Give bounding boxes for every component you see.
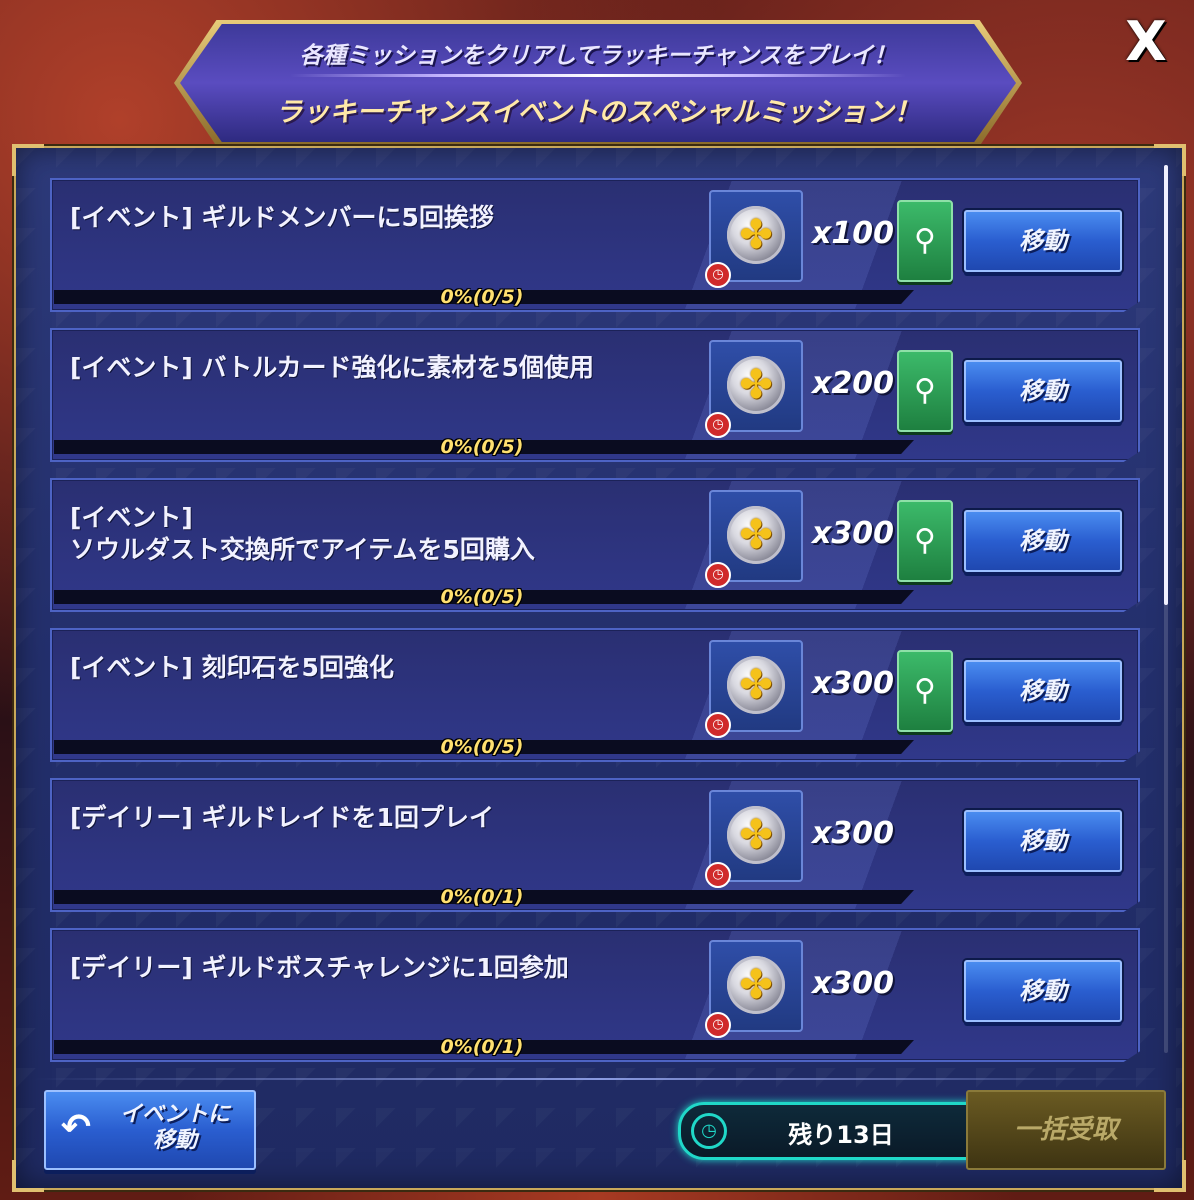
mission-row: [イベント] ソウルダスト交換所でアイテムを5回購入 0%(0/5) ✤ ◷ x300 ⚲… xyxy=(50,478,1140,612)
clock-icon: ◷ xyxy=(705,1012,731,1038)
clover-coin-icon: ✤ xyxy=(727,206,785,264)
clover-coin-icon: ✤ xyxy=(727,956,785,1014)
reward-item[interactable]: ✤ ◷ xyxy=(705,190,803,288)
reward-item[interactable]: ✤ ◷ xyxy=(705,490,803,588)
mission-description: [イベント] 刻印石を5回強化 xyxy=(70,653,394,682)
banner-subtitle: 各種ミッションをクリアしてラッキーチャンスをプレイ！ xyxy=(299,43,897,69)
remaining-time-label: 残り13日 xyxy=(788,1121,894,1149)
progress-label: 0%(0/5) xyxy=(440,736,524,758)
search-icon: ⚲ xyxy=(914,673,936,708)
clover-coin-icon: ✤ xyxy=(727,806,785,864)
clock-icon: ◷ xyxy=(705,412,731,438)
footer-divider xyxy=(34,1078,1164,1080)
mission-description: [イベント] ギルドメンバーに5回挨拶 xyxy=(70,203,494,232)
corner-ornament xyxy=(12,144,44,176)
mission-description: [デイリー] ギルドボスチャレンジに1回参加 xyxy=(70,953,569,982)
mission-description: [イベント] バトルカード強化に素材を5個使用 xyxy=(70,353,594,382)
corner-ornament xyxy=(12,1160,44,1192)
banner-title: ラッキーチャンスイベントのスペシャルミッション！ xyxy=(275,97,921,128)
move-button[interactable]: 移動 xyxy=(964,510,1122,572)
progress-label: 0%(0/1) xyxy=(440,1036,524,1058)
reward-quantity: x300 xyxy=(812,666,894,701)
reward-item[interactable]: ✤ ◷ xyxy=(705,940,803,1038)
mission-row: [イベント] バトルカード強化に素材を5個使用 0%(0/5) ✤ ◷ x200 ⚲ 移動 xyxy=(50,328,1140,462)
scrollbar-thumb[interactable] xyxy=(1164,165,1168,605)
search-button[interactable]: ⚲ xyxy=(897,650,953,732)
mission-description: [デイリー] ギルドレイドを1回プレイ xyxy=(70,803,494,832)
reward-quantity: x300 xyxy=(812,966,894,1001)
reward-item[interactable]: ✤ ◷ xyxy=(705,340,803,438)
corner-ornament xyxy=(1154,144,1186,176)
scrollbar[interactable] xyxy=(1164,165,1168,1053)
clock-icon: ◷ xyxy=(691,1113,727,1149)
search-button[interactable]: ⚲ xyxy=(897,500,953,582)
move-button[interactable]: 移動 xyxy=(964,810,1122,872)
search-icon: ⚲ xyxy=(914,373,936,408)
reward-quantity: x100 xyxy=(812,216,894,251)
move-button[interactable]: 移動 xyxy=(964,660,1122,722)
go-to-event-label: イベントに 移動 xyxy=(119,1102,230,1153)
search-button[interactable]: ⚲ xyxy=(897,350,953,432)
progress-label: 0%(0/5) xyxy=(440,286,524,308)
back-arrow-icon: ↶ xyxy=(60,1107,92,1148)
search-button[interactable]: ⚲ xyxy=(897,200,953,282)
mission-row: [デイリー] ギルドボスチャレンジに1回参加 0%(0/1) ✤ ◷ x300 移動 xyxy=(50,928,1140,1062)
banner-divider xyxy=(290,74,906,77)
mission-description: [イベント] ソウルダスト交換所でアイテムを5回購入 xyxy=(70,503,535,564)
claim-all-button[interactable]: 一括受取 xyxy=(966,1090,1166,1170)
search-icon: ⚲ xyxy=(914,223,936,258)
reward-quantity: x200 xyxy=(812,366,894,401)
clover-coin-icon: ✤ xyxy=(727,356,785,414)
move-button[interactable]: 移動 xyxy=(964,960,1122,1022)
clock-icon: ◷ xyxy=(705,862,731,888)
mission-row: [イベント] ギルドメンバーに5回挨拶 0%(0/5) ✤ ◷ x100 ⚲ 移動 xyxy=(50,178,1140,312)
clock-icon: ◷ xyxy=(705,262,731,288)
search-icon: ⚲ xyxy=(914,523,936,558)
mission-row: [イベント] 刻印石を5回強化 0%(0/5) ✤ ◷ x300 ⚲ 移動 xyxy=(50,628,1140,762)
progress-label: 0%(0/5) xyxy=(440,436,524,458)
reward-quantity: x300 xyxy=(812,516,894,551)
move-button[interactable]: 移動 xyxy=(964,360,1122,422)
progress-label: 0%(0/5) xyxy=(440,586,524,608)
close-button[interactable]: X xyxy=(1118,15,1174,69)
reward-quantity: x300 xyxy=(812,816,894,851)
clock-icon: ◷ xyxy=(705,562,731,588)
go-to-event-button[interactable]: ↶ イベントに 移動 xyxy=(44,1090,256,1170)
reward-item[interactable]: ✤ ◷ xyxy=(705,640,803,738)
mission-row: [デイリー] ギルドレイドを1回プレイ 0%(0/1) ✤ ◷ x300 移動 xyxy=(50,778,1140,912)
reward-item[interactable]: ✤ ◷ xyxy=(705,790,803,888)
move-button[interactable]: 移動 xyxy=(964,210,1122,272)
clock-icon: ◷ xyxy=(705,712,731,738)
remaining-time: ◷ 残り13日 xyxy=(678,1102,984,1160)
progress-label: 0%(0/1) xyxy=(440,886,524,908)
clover-coin-icon: ✤ xyxy=(727,506,785,564)
clover-coin-icon: ✤ xyxy=(727,656,785,714)
